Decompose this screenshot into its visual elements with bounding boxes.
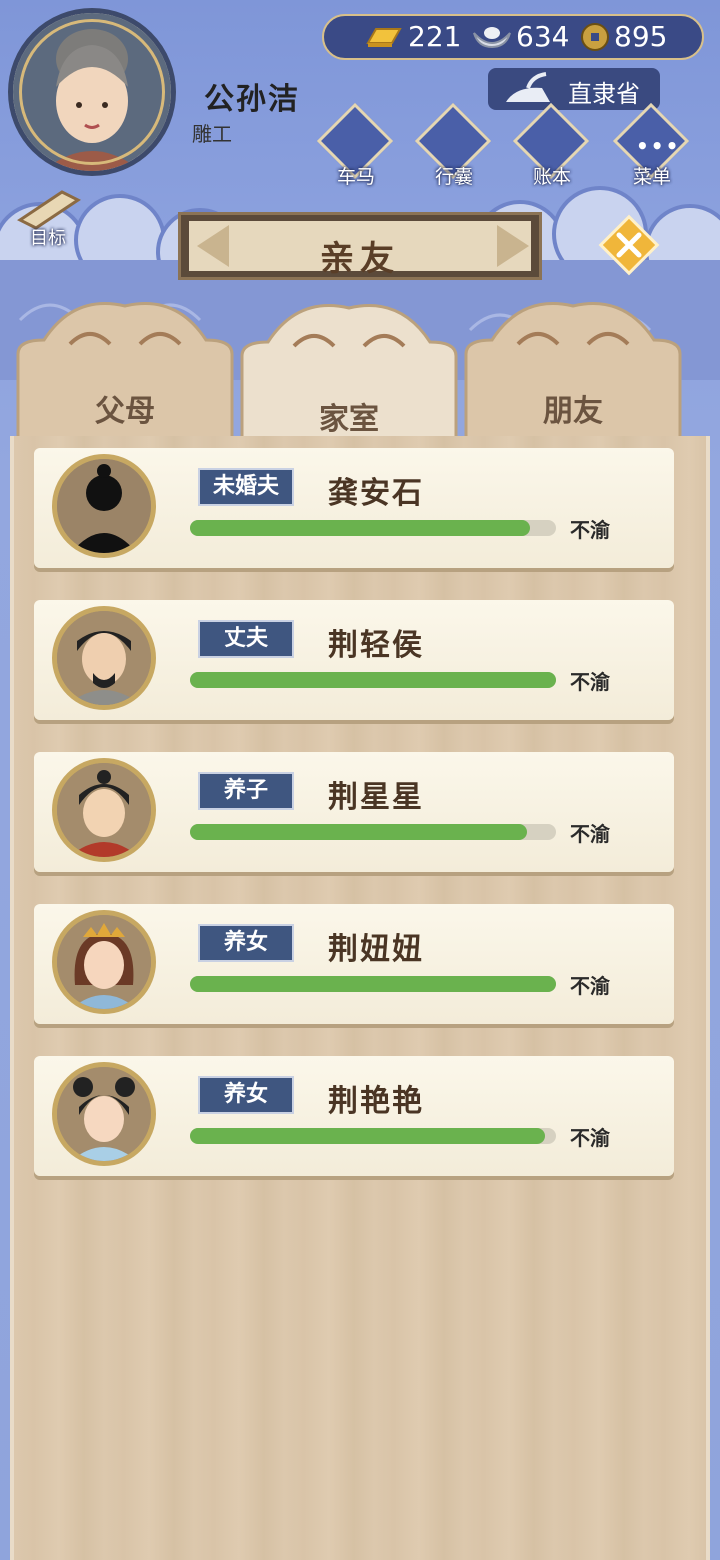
relative-role: 丈夫	[198, 620, 294, 658]
relative-status: 不渝	[570, 518, 610, 542]
relative-role: 养女	[198, 1076, 294, 1114]
silver-ingot-icon	[473, 26, 511, 48]
player-name: 公孙洁	[204, 82, 300, 117]
relative-card[interactable]: 养子 荆星星 不渝	[34, 752, 686, 876]
silver-amount: 634	[516, 20, 570, 53]
relative-status: 不渝	[570, 822, 610, 846]
tab-friends[interactable]: 朋友	[462, 300, 684, 450]
relative-name: 龚安石	[328, 476, 424, 511]
relative-role: 养子	[198, 772, 294, 810]
currency-bar: 221 634 895	[322, 14, 704, 60]
relative-card[interactable]: 未婚夫 龚安石 不渝	[34, 448, 686, 572]
relative-status: 不渝	[570, 670, 610, 694]
panel-title: 亲友	[320, 239, 400, 279]
relative-avatar	[52, 910, 156, 1014]
relative-avatar	[52, 1062, 156, 1166]
carriage-button[interactable]: 车马	[314, 102, 398, 188]
relative-card[interactable]: 养女 荆艳艳 不渝	[34, 1056, 686, 1180]
relative-role: 养女	[198, 924, 294, 962]
affection-bar	[190, 824, 556, 840]
copper-coin-icon	[581, 22, 609, 51]
affection-bar	[190, 1128, 556, 1144]
luggage-button[interactable]: 行囊	[412, 102, 496, 188]
region-button[interactable]: 直隶省	[488, 68, 660, 110]
coin-amount: 895	[614, 20, 668, 53]
relative-name: 荆妞妞	[328, 932, 424, 967]
close-icon[interactable]	[598, 214, 660, 276]
relative-name: 荆星星	[328, 780, 424, 815]
affection-bar	[190, 672, 556, 688]
relative-card[interactable]: 养女 荆妞妞 不渝	[34, 904, 686, 1028]
tab-family[interactable]: 家室	[238, 302, 460, 452]
gold-amount: 221	[408, 20, 462, 53]
ledger-button[interactable]: 账本	[510, 102, 594, 188]
main-menu-button[interactable]: ••• 菜单	[610, 102, 694, 188]
player-avatar[interactable]	[8, 8, 176, 176]
tab-parents[interactable]: 父母	[14, 300, 236, 450]
region-label: 直隶省	[568, 80, 640, 108]
player-title: 雕工	[192, 122, 232, 146]
relative-status: 不渝	[570, 1126, 610, 1150]
relative-avatar	[52, 454, 156, 558]
affection-bar	[190, 976, 556, 992]
affection-bar	[190, 520, 556, 536]
gold-ingot-icon	[366, 27, 402, 47]
panel-title-plate: 亲友	[178, 212, 542, 280]
goal-button[interactable]: 目标	[10, 186, 86, 250]
relative-name: 荆艳艳	[328, 1084, 424, 1119]
relative-status: 不渝	[570, 974, 610, 998]
relative-name: 荆轻侯	[328, 628, 424, 663]
relative-avatar	[52, 758, 156, 862]
relative-role: 未婚夫	[198, 468, 294, 506]
relative-avatar	[52, 606, 156, 710]
relative-card[interactable]: 丈夫 荆轻侯 不渝	[34, 600, 686, 724]
